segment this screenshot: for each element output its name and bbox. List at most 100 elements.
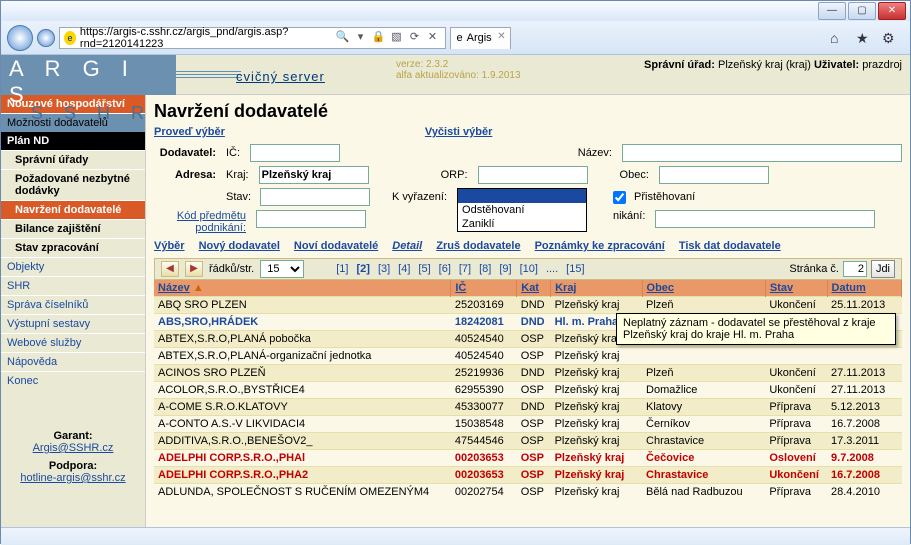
input-kod-predmetu[interactable] bbox=[256, 210, 366, 228]
input-ic[interactable] bbox=[250, 144, 340, 162]
pager-page-link[interactable]: [3] bbox=[378, 263, 390, 275]
pager-page-link[interactable]: [4] bbox=[398, 263, 410, 275]
link-kod-predmetu[interactable]: Kód předmětupodnikání: bbox=[154, 210, 250, 234]
table-cell: OSP bbox=[517, 382, 551, 399]
sidebar-link-konec[interactable]: Konec bbox=[1, 371, 145, 390]
th-ic[interactable]: IČ bbox=[455, 282, 466, 294]
table-cell: Bělá nad Radbuzou bbox=[642, 484, 765, 501]
pager-prev-button[interactable]: ◀ bbox=[161, 261, 179, 277]
main-content: Navržení dodavatelé Proveď výběr Vyčisti… bbox=[146, 95, 910, 527]
cmd-tisk[interactable]: Tisk dat dodavatele bbox=[679, 240, 781, 252]
pager-go-button[interactable]: Jdi bbox=[871, 260, 895, 278]
link-proved-vyber[interactable]: Proveď výběr bbox=[154, 126, 225, 138]
home-icon[interactable]: ⌂ bbox=[830, 30, 846, 46]
sidebar-heading-plan[interactable]: Plán ND bbox=[1, 132, 145, 150]
pager-page-link[interactable]: [9] bbox=[499, 263, 511, 275]
cmd-novy-dodavatel[interactable]: Nový dodavatel bbox=[199, 240, 280, 252]
th-nazev[interactable]: Název bbox=[158, 282, 190, 294]
table-cell: Příprava bbox=[765, 416, 827, 433]
checkbox-pristehovani[interactable] bbox=[613, 191, 626, 204]
pager-rows-select[interactable]: 15 bbox=[260, 260, 304, 278]
sidebar-item-stav-zprac[interactable]: Stav zpracování bbox=[1, 238, 145, 257]
podpora-email-link[interactable]: hotline-argis@sshr.cz bbox=[20, 472, 125, 484]
sidebar-item-navrzeni[interactable]: Navržení dodavatelé bbox=[1, 200, 145, 219]
table-cell: Plzeňský kraj bbox=[551, 467, 642, 484]
table-row[interactable]: ADELPHI CORP.S.R.O.,PHAl00203653OSPPlzeň… bbox=[154, 450, 902, 467]
table-row[interactable]: A-CONTO A.S.-V LIKVIDACI415038548OSPPlze… bbox=[154, 416, 902, 433]
select-selected-blank[interactable] bbox=[458, 189, 586, 203]
table-cell: 5.12.2013 bbox=[827, 399, 901, 416]
cmd-vyber[interactable]: Výběr bbox=[154, 240, 185, 252]
th-kraj[interactable]: Kraj bbox=[555, 282, 576, 294]
th-obec[interactable]: Obec bbox=[647, 282, 675, 294]
select-option-odstehovani[interactable]: Odstěhovaní bbox=[458, 203, 586, 217]
table-cell: 00202754 bbox=[451, 484, 517, 501]
sidebar-item-pozadovane[interactable]: Požadované nezbytné dodávky bbox=[1, 169, 145, 200]
compat-icon[interactable]: ▧ bbox=[389, 30, 405, 46]
refresh-icon[interactable]: ⟳ bbox=[407, 30, 423, 46]
input-orp[interactable] bbox=[478, 166, 588, 184]
input-predmet-podnikani[interactable] bbox=[655, 210, 875, 228]
table-row[interactable]: ACOLOR,S.R.O.,BYSTŘICE462955390OSPPlzeňs… bbox=[154, 382, 902, 399]
select-k-vyrazeni[interactable]: Odstěhovaní Zaniklí bbox=[457, 188, 587, 232]
pager-page-link[interactable]: [5] bbox=[418, 263, 430, 275]
input-nazev[interactable] bbox=[622, 144, 902, 162]
pager-page-link[interactable]: [7] bbox=[459, 263, 471, 275]
pager-page-link[interactable]: .... bbox=[546, 263, 558, 275]
th-datum[interactable]: Datum bbox=[832, 282, 866, 294]
search-icon[interactable]: 🔍 bbox=[335, 30, 351, 46]
window-maximize-button[interactable]: ▢ bbox=[848, 2, 876, 20]
window-minimize-button[interactable]: — bbox=[818, 2, 846, 20]
browser-tab[interactable]: e Argis ✕ bbox=[450, 27, 511, 49]
pager-next-button[interactable]: ▶ bbox=[185, 261, 203, 277]
pager-page-link[interactable]: [8] bbox=[479, 263, 491, 275]
table-cell: ADLUNDA, SPOLEČNOST S RUČENÍM OMEZENÝM4 bbox=[154, 484, 451, 501]
pager-page-input[interactable] bbox=[843, 261, 867, 277]
table-row[interactable]: A-COME S.R.O.KLATOVY45330077DNDPlzeňský … bbox=[154, 399, 902, 416]
table-cell: 15038548 bbox=[451, 416, 517, 433]
table-cell: ABTEX,S.R.O,PLANÁ-organizační jednotka bbox=[154, 348, 451, 365]
favorites-icon[interactable]: ★ bbox=[856, 30, 872, 46]
link-vycisti-vyber[interactable]: Vyčisti výběr bbox=[425, 126, 492, 138]
cmd-zrus[interactable]: Zruš dodavatele bbox=[436, 240, 520, 252]
nav-back-button[interactable] bbox=[7, 25, 33, 51]
pager-page-link[interactable]: [10] bbox=[520, 263, 538, 275]
select-option-zanikli[interactable]: Zaniklí bbox=[458, 217, 586, 231]
nav-forward-button[interactable] bbox=[37, 29, 55, 47]
sidebar-link-web[interactable]: Webové služby bbox=[1, 333, 145, 352]
table-row[interactable]: ADDITIVA,S.R.O.,BENEŠOV2_47544546OSPPlze… bbox=[154, 433, 902, 450]
input-kraj[interactable] bbox=[259, 166, 369, 184]
address-bar[interactable]: e https://argis-c.sshr.cz/argis_pnd/argi… bbox=[59, 27, 446, 49]
table-cell: Čečovice bbox=[642, 450, 765, 467]
table-cell: Chrastavice bbox=[642, 433, 765, 450]
window-close-button[interactable]: ✕ bbox=[878, 2, 906, 20]
table-row[interactable]: ABQ SRO PLZEN25203169DNDPlzeňský krajPlz… bbox=[154, 297, 902, 314]
table-row[interactable]: ADLUNDA, SPOLEČNOST S RUČENÍM OMEZENÝM40… bbox=[154, 484, 902, 501]
tab-close-icon[interactable]: ✕ bbox=[497, 31, 505, 42]
input-stav[interactable] bbox=[260, 188, 370, 206]
sidebar-link-vystup[interactable]: Výstupní sestavy bbox=[1, 314, 145, 333]
tools-icon[interactable]: ⚙ bbox=[882, 30, 898, 46]
garant-email-link[interactable]: Argis@SSHR.cz bbox=[33, 442, 114, 454]
th-kat[interactable]: Kat bbox=[521, 282, 539, 294]
cmd-novi-dodavatele[interactable]: Noví dodavatelé bbox=[294, 240, 378, 252]
table-row[interactable]: ABTEX,S.R.O,PLANÁ-organizační jednotka40… bbox=[154, 348, 902, 365]
sidebar-item-bilance[interactable]: Bilance zajištění bbox=[1, 219, 145, 238]
sidebar-link-objekty[interactable]: Objekty bbox=[1, 257, 145, 276]
pager-page-link[interactable]: [1] bbox=[336, 263, 348, 275]
sidebar-link-shr[interactable]: SHR bbox=[1, 276, 145, 295]
server-label: cvičný server bbox=[236, 69, 325, 84]
pager-page-link[interactable]: [6] bbox=[439, 263, 451, 275]
sidebar-link-sprava[interactable]: Správa číselníků bbox=[1, 295, 145, 314]
table-cell: 16.7.2008 bbox=[827, 416, 901, 433]
sidebar-item-spravni-urady[interactable]: Správní úřady bbox=[1, 150, 145, 169]
pager-page-link[interactable]: [15] bbox=[566, 263, 584, 275]
table-row[interactable]: ACINOS SRO PLZEŇ25219936DNDPlzeňský kraj… bbox=[154, 365, 902, 382]
tooltip-invalid-record: Neplatný záznam - dodavatel se přestěhov… bbox=[616, 313, 896, 345]
cmd-poznamky[interactable]: Poznámky ke zpracování bbox=[535, 240, 665, 252]
th-stav[interactable]: Stav bbox=[770, 282, 793, 294]
table-row[interactable]: ADELPHI CORP.S.R.O.,PHA200203653OSPPlzeň… bbox=[154, 467, 902, 484]
cmd-detail[interactable]: Detail bbox=[392, 240, 422, 252]
sidebar-link-napoveda[interactable]: Nápověda bbox=[1, 352, 145, 371]
stop-icon[interactable]: ✕ bbox=[425, 30, 441, 46]
